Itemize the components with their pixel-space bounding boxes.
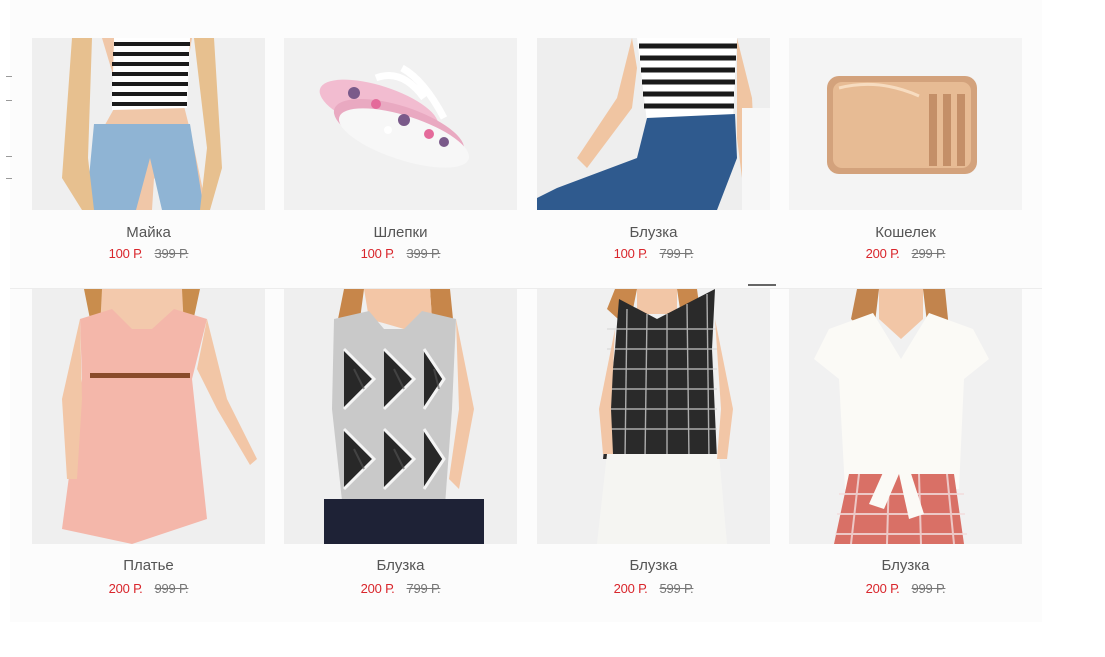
old-price: 999 Р.	[154, 581, 189, 596]
product-image[interactable]	[537, 38, 770, 210]
product-prices: 100 Р. 399 Р.	[284, 246, 517, 262]
product-card[interactable]: Блузка 200 Р. 599 Р.	[537, 289, 770, 599]
sale-price: 100 Р.	[360, 246, 395, 261]
sale-price: 100 Р.	[108, 246, 143, 261]
old-price: 999 Р.	[911, 581, 946, 596]
product-prices: 200 Р. 299 Р.	[789, 246, 1022, 262]
old-price: 799 Р.	[659, 246, 694, 261]
product-name[interactable]: Платье	[32, 557, 265, 575]
product-name[interactable]: Блузка	[284, 557, 517, 575]
product-card[interactable]: Блузка 200 Р. 999 Р.	[789, 289, 1022, 599]
product-card[interactable]: Блузка 200 Р. 799 Р.	[284, 289, 517, 599]
product-image[interactable]	[537, 289, 770, 544]
sale-price: 200 Р.	[613, 581, 648, 596]
old-price: 399 Р.	[154, 246, 189, 261]
product-prices: 100 Р. 399 Р.	[32, 246, 265, 262]
product-image[interactable]	[32, 38, 265, 210]
product-prices: 200 Р. 799 Р.	[284, 581, 517, 597]
product-image[interactable]	[284, 38, 517, 210]
product-card[interactable]: Майка 100 Р. 399 Р.	[32, 38, 265, 264]
product-image[interactable]	[789, 38, 1022, 210]
row-separator-mark	[748, 284, 776, 286]
product-image[interactable]	[789, 289, 1022, 544]
product-name[interactable]: Майка	[32, 224, 265, 242]
old-price: 599 Р.	[659, 581, 694, 596]
old-price: 799 Р.	[406, 581, 441, 596]
product-name[interactable]: Блузка	[537, 557, 770, 575]
product-name[interactable]: Кошелек	[789, 224, 1022, 242]
old-price: 299 Р.	[911, 246, 946, 261]
product-prices: 100 Р. 799 Р.	[537, 246, 770, 262]
product-card[interactable]: Шлепки 100 Р. 399 Р.	[284, 38, 517, 264]
product-name[interactable]: Шлепки	[284, 224, 517, 242]
product-image[interactable]	[32, 289, 265, 544]
product-image[interactable]	[284, 289, 517, 544]
side-scroll-marks	[6, 60, 14, 200]
sale-price: 200 Р.	[108, 581, 143, 596]
product-prices: 200 Р. 599 Р.	[537, 581, 770, 597]
sale-price: 200 Р.	[865, 581, 900, 596]
product-name[interactable]: Блузка	[537, 224, 770, 242]
product-card[interactable]: Блузка 100 Р. 799 Р.	[537, 38, 770, 264]
sale-price: 200 Р.	[865, 246, 900, 261]
product-card[interactable]: Платье 200 Р. 999 Р.	[32, 289, 265, 599]
product-card[interactable]: Кошелек 200 Р. 299 Р.	[789, 38, 1022, 264]
product-prices: 200 Р. 999 Р.	[789, 581, 1022, 597]
product-prices: 200 Р. 999 Р.	[32, 581, 265, 597]
product-name[interactable]: Блузка	[789, 557, 1022, 575]
sale-price: 200 Р.	[360, 581, 395, 596]
old-price: 399 Р.	[406, 246, 441, 261]
sale-price: 100 Р.	[613, 246, 648, 261]
